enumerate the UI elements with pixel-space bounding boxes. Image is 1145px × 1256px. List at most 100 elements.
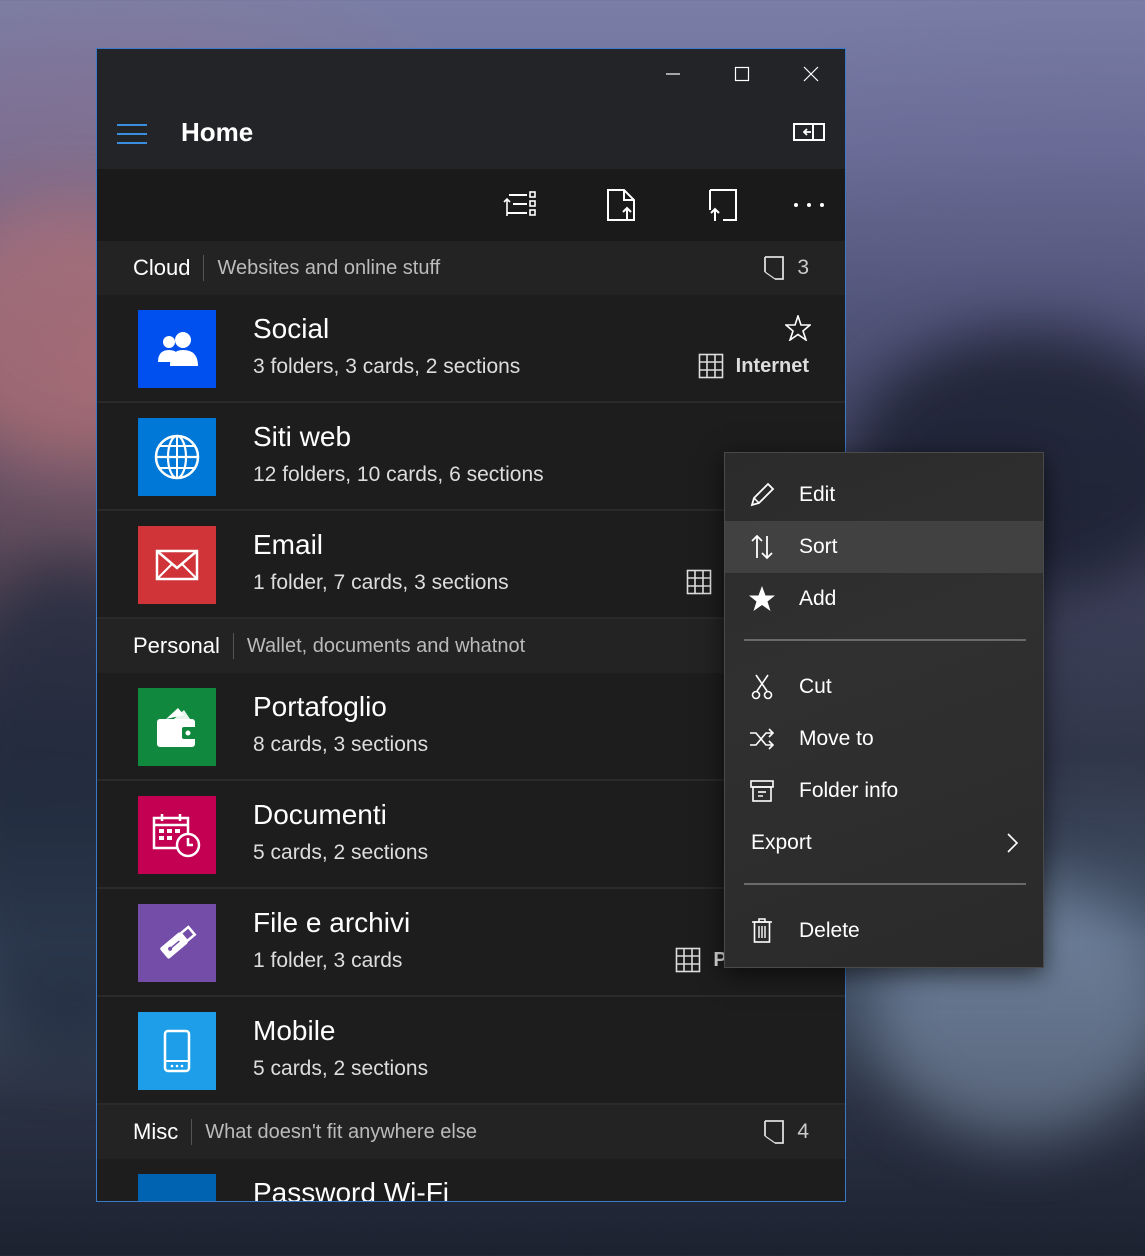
group-name: Personal	[133, 633, 220, 658]
toggle-pane-button[interactable]	[793, 121, 825, 147]
menu-item-label: Add	[799, 587, 837, 610]
more-icon	[794, 203, 824, 207]
item-tag: Internet	[698, 353, 809, 379]
scissors-icon	[725, 673, 799, 701]
group-count-value: 3	[797, 256, 809, 279]
group-card-count: 3	[763, 255, 809, 281]
item-title: Portafoglio	[253, 691, 387, 722]
item-details: 1 folder, 7 cards, 3 sections	[253, 571, 509, 594]
wifi-icon	[154, 1190, 200, 1202]
grid-icon	[698, 353, 723, 379]
group-description: What doesn't fit anywhere else	[205, 1120, 477, 1143]
hamburger-icon	[117, 124, 147, 144]
card-icon	[764, 1120, 785, 1144]
archive-icon	[725, 778, 799, 804]
menu-item-add[interactable]: Add	[725, 573, 1043, 625]
item-details: 8 cards, 3 sections	[253, 733, 429, 756]
folder-tile	[138, 418, 216, 496]
item-details: 5 cards, 2 sections	[253, 841, 429, 864]
menu-item-label: Delete	[799, 919, 860, 942]
minimize-icon	[666, 73, 680, 75]
list-item-social[interactable]: Social 3 folders, 3 cards, 2 sections In…	[97, 295, 845, 403]
group-description: Websites and online stuff	[217, 256, 441, 279]
folder-tile	[138, 310, 216, 388]
menu-separator	[744, 639, 1026, 641]
minimize-button[interactable]	[648, 59, 698, 89]
item-title: Social	[253, 313, 330, 344]
group-card-count: 4	[763, 1119, 809, 1145]
folder-tile	[138, 526, 216, 604]
menu-item-label: Move to	[799, 727, 874, 750]
filter-icon	[503, 191, 536, 216]
item-title: Mobile	[253, 1015, 336, 1046]
group-name: Cloud	[133, 255, 191, 280]
more-button[interactable]	[789, 187, 829, 223]
command-bar	[97, 169, 845, 241]
page-title: Home	[181, 117, 254, 147]
menu-item-label: Sort	[799, 535, 838, 558]
menu-item-label: Edit	[799, 483, 836, 506]
chevron-right-icon	[1005, 832, 1019, 860]
group-header-cloud[interactable]: Cloud Websites and online stuff 3	[97, 241, 845, 295]
card-icon	[764, 256, 785, 280]
grid-icon	[686, 569, 711, 595]
menu-item-label: Export	[751, 831, 812, 854]
item-details: 12 folders, 10 cards, 6 sections	[253, 463, 544, 486]
star-icon	[725, 585, 799, 613]
favorite-button[interactable]	[783, 313, 813, 346]
list-item-password-wifi[interactable]: Password Wi-Fi	[97, 1159, 845, 1202]
menu-separator	[744, 883, 1026, 885]
side-pane-icon	[793, 123, 825, 141]
hamburger-button[interactable]	[117, 121, 149, 147]
wallet-icon	[157, 708, 198, 747]
usb-icon	[160, 925, 197, 959]
group-name: Misc	[133, 1119, 179, 1144]
folder-tile	[138, 688, 216, 766]
phone-icon	[163, 1029, 191, 1073]
globe-icon	[154, 434, 200, 480]
maximize-button[interactable]	[717, 59, 767, 89]
menu-item-folder-info[interactable]: Folder info	[725, 765, 1043, 817]
close-icon	[803, 66, 819, 82]
trash-icon	[725, 917, 799, 945]
group-divider	[191, 1119, 193, 1145]
item-details: 1 folder, 3 cards	[253, 949, 403, 972]
item-title: Password Wi-Fi	[253, 1177, 450, 1202]
menu-item-sort[interactable]: Sort	[725, 521, 1043, 573]
shuffle-icon	[725, 727, 799, 751]
title-bar: Home	[97, 49, 845, 169]
group-description: Wallet, documents and whatnot	[246, 634, 526, 657]
group-header-misc[interactable]: Misc What doesn't fit anywhere else 4	[97, 1105, 845, 1159]
list-item-mobile[interactable]: Mobile 5 cards, 2 sections	[97, 997, 845, 1105]
import-card-icon	[709, 189, 737, 221]
folder-tile	[138, 1174, 216, 1202]
menu-item-export[interactable]: Export	[725, 817, 1043, 869]
item-details: 3 folders, 3 cards, 2 sections	[253, 355, 521, 378]
grid-icon	[676, 947, 701, 973]
people-icon	[158, 332, 198, 366]
maximize-icon	[734, 66, 750, 82]
group-divider	[232, 633, 234, 659]
menu-item-delete[interactable]: Delete	[725, 905, 1043, 957]
item-title: Documenti	[253, 799, 387, 830]
menu-item-move-to[interactable]: Move to	[725, 713, 1043, 765]
folder-tile	[138, 796, 216, 874]
pencil-icon	[725, 481, 799, 509]
item-title: Email	[253, 529, 324, 560]
filter-button[interactable]	[500, 187, 540, 223]
folder-tile	[138, 904, 216, 982]
import-card-button[interactable]	[703, 187, 743, 223]
export-card-icon	[607, 189, 635, 221]
calendar-clock-icon	[152, 814, 201, 858]
menu-item-cut[interactable]: Cut	[725, 661, 1043, 713]
item-tag-label: Internet	[735, 354, 809, 377]
close-button[interactable]	[786, 59, 836, 89]
group-divider	[203, 255, 205, 281]
sort-icon	[725, 533, 799, 561]
menu-item-edit[interactable]: Edit	[725, 469, 1043, 521]
item-title: File e archivi	[253, 907, 411, 938]
item-details: 5 cards, 2 sections	[253, 1057, 429, 1080]
star-outline-icon	[783, 313, 813, 343]
export-card-button[interactable]	[601, 187, 641, 223]
menu-item-label: Cut	[799, 675, 832, 698]
